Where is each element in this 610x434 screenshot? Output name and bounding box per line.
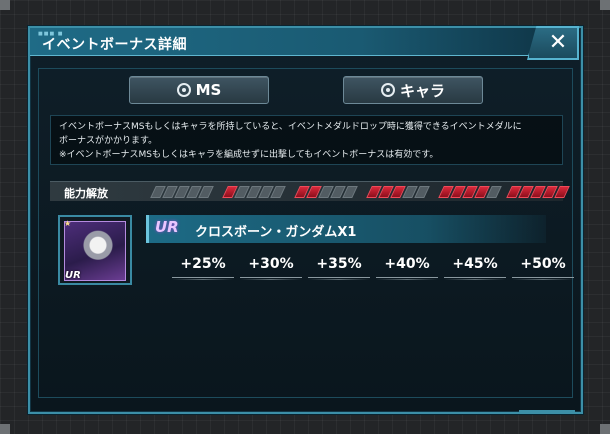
- star-icon: ★: [64, 219, 72, 228]
- description-line-1: イベントボーナスMSもしくはキャラを所持していると、イベントメダルドロップ時に獲…: [59, 122, 522, 132]
- target-icon: [176, 83, 191, 97]
- tab-chara-label: キャラ: [399, 81, 445, 100]
- ability-meter-level-2: [294, 186, 360, 198]
- screen-corner-top-left: [0, 0, 10, 10]
- ability-meter-level-4: [438, 186, 504, 198]
- unit-card[interactable]: ★ UR: [58, 215, 132, 285]
- screen-corner-bottom-left: [0, 424, 10, 434]
- unit-name-bar: UR クロスボーン・ガンダムX1: [146, 215, 546, 243]
- tab-ms[interactable]: MS: [129, 76, 269, 104]
- screen-corner-top-right: [600, 0, 610, 10]
- description-line-2: ボーナスがかかります。: [59, 136, 158, 146]
- bonus-unit-panel: ★ UR UR クロスボーン・ガンダムX1 +25% +30% +35% +40% +4…: [58, 211, 574, 295]
- close-icon: ✕: [548, 30, 568, 55]
- dialog-title: イベントボーナス詳細: [42, 37, 187, 53]
- ability-meter-level-0: [150, 186, 216, 198]
- ability-meter-level-5: [506, 186, 572, 198]
- dialog-footer-decoration: [519, 402, 575, 412]
- ability-release-row: 能力解放: [50, 181, 570, 201]
- bonus-value-level-5: +50%: [512, 256, 574, 280]
- event-bonus-dialog: ■■■ ■ イベントボーナス詳細 ✕ MS キャラ イベントボーナスMSもしくは…: [28, 26, 583, 414]
- portrait-rarity-badge: UR: [65, 270, 81, 281]
- bonus-value-level-2: +35%: [308, 256, 370, 280]
- ability-release-label: 能力解放: [64, 187, 108, 200]
- description-note: ※イベントボーナスMSもしくはキャラを編成せずに出撃してもイベントボーナスは有効…: [59, 150, 439, 160]
- dialog-header: ■■■ ■ イベントボーナス詳細: [30, 28, 538, 56]
- description-box: イベントボーナスMSもしくはキャラを所持していると、イベントメダルドロップ時に獲…: [50, 115, 563, 165]
- ability-meter-level-3: [366, 186, 432, 198]
- target-icon: [380, 83, 395, 97]
- unit-name: クロスボーン・ガンダムX1: [195, 225, 357, 240]
- bonus-value-level-1: +30%: [240, 256, 302, 280]
- bonus-value-level-0: +25%: [172, 256, 234, 280]
- screen-corner-bottom-right: [600, 424, 610, 434]
- ability-meter-level-1: [222, 186, 288, 198]
- bonus-value-level-3: +40%: [376, 256, 438, 280]
- rarity-badge: UR: [155, 218, 179, 236]
- tab-ms-label: MS: [195, 81, 222, 99]
- bonus-value-level-4: +45%: [444, 256, 506, 280]
- tab-chara[interactable]: キャラ: [343, 76, 483, 104]
